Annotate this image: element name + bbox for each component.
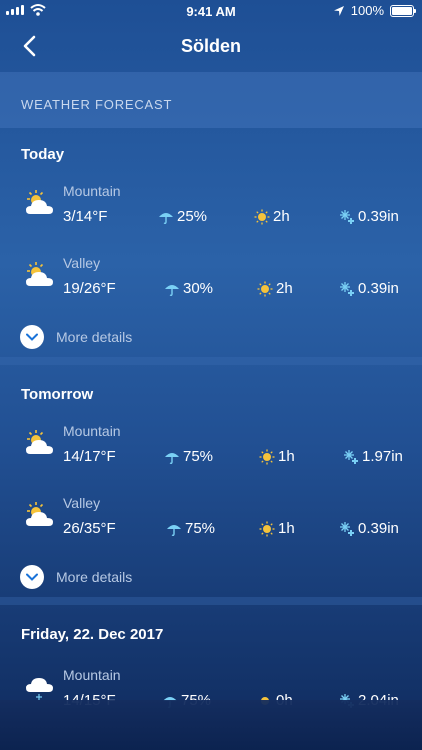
page-title: Sölden xyxy=(180,36,241,56)
sun-cloud-icon xyxy=(26,430,53,454)
location-label: Valley xyxy=(63,255,101,271)
temperature-value: 26/35°F xyxy=(63,520,116,537)
more-details-label: More details xyxy=(56,329,133,345)
temperature-value: 19/26°F xyxy=(63,280,116,297)
chevron-down-icon xyxy=(20,565,44,589)
sun-icon xyxy=(259,521,275,536)
bottom-bar xyxy=(0,700,422,750)
location-label: Mountain xyxy=(63,667,121,683)
sunshine-value: 2h xyxy=(276,280,293,297)
battery-icon xyxy=(390,4,416,17)
forecast-row-mountain: Mountain 3/14°F 25% 2h 0.39in xyxy=(0,180,422,240)
snow-cloud-icon xyxy=(26,678,53,700)
day-separator xyxy=(0,357,422,365)
snowfall-icon xyxy=(340,209,354,224)
temperature-value: 14/17°F xyxy=(63,448,116,465)
location-label: Valley xyxy=(63,495,101,511)
snow-value: 0.39in xyxy=(358,208,399,225)
temperature-value: 3/14°F xyxy=(63,208,108,225)
more-details-button[interactable]: More details xyxy=(20,325,132,349)
sunshine-value: 2h xyxy=(273,208,290,225)
more-details-label: More details xyxy=(56,569,133,585)
snowfall-icon xyxy=(340,281,354,296)
precip-value: 30% xyxy=(183,280,214,297)
snowfall-icon xyxy=(344,449,358,464)
sun-cloud-icon xyxy=(26,502,53,526)
snow-value: 0.39in xyxy=(358,520,399,537)
precip-value: 75% xyxy=(185,520,216,537)
precip-value: 75% xyxy=(183,448,214,465)
battery-percent: 100% xyxy=(350,3,384,18)
more-details-button[interactable]: More details xyxy=(20,565,132,589)
day-title: Friday, 22. Dec 2017 xyxy=(21,626,164,643)
forecast-row-valley: Valley 19/26°F 30% 2h 0.39in xyxy=(0,252,422,312)
section-header: WEATHER FORECAST xyxy=(0,72,422,128)
precip-value: 25% xyxy=(177,208,208,225)
snowfall-icon xyxy=(340,521,354,536)
location-label: Mountain xyxy=(63,423,121,439)
nav-bar: Sölden xyxy=(0,22,422,70)
sun-cloud-icon xyxy=(26,190,53,214)
sun-icon xyxy=(259,449,275,464)
snow-value: 0.39in xyxy=(358,280,399,297)
sun-icon xyxy=(254,209,270,224)
sun-icon xyxy=(257,281,273,296)
snow-value: 1.97in xyxy=(362,448,403,465)
location-arrow-icon xyxy=(333,5,344,16)
section-header-label: WEATHER FORECAST xyxy=(21,97,173,112)
sunshine-value: 1h xyxy=(278,520,295,537)
forecast-row-mountain: Mountain 14/17°F 75% 1h 1.97in xyxy=(0,420,422,480)
status-bar: 9:41 AM 100% xyxy=(0,0,422,22)
forecast-row-valley: Valley 26/35°F 75% 1h 0.39in xyxy=(0,492,422,552)
day-separator xyxy=(0,597,422,605)
umbrella-icon xyxy=(165,452,179,464)
location-label: Mountain xyxy=(63,183,121,199)
day-title: Today xyxy=(21,146,65,163)
sunshine-value: 1h xyxy=(278,448,295,465)
umbrella-icon xyxy=(165,284,179,296)
umbrella-icon xyxy=(167,524,181,536)
chevron-down-icon xyxy=(20,325,44,349)
sun-cloud-icon xyxy=(26,262,53,286)
day-title: Tomorrow xyxy=(21,386,94,403)
umbrella-icon xyxy=(159,212,173,224)
